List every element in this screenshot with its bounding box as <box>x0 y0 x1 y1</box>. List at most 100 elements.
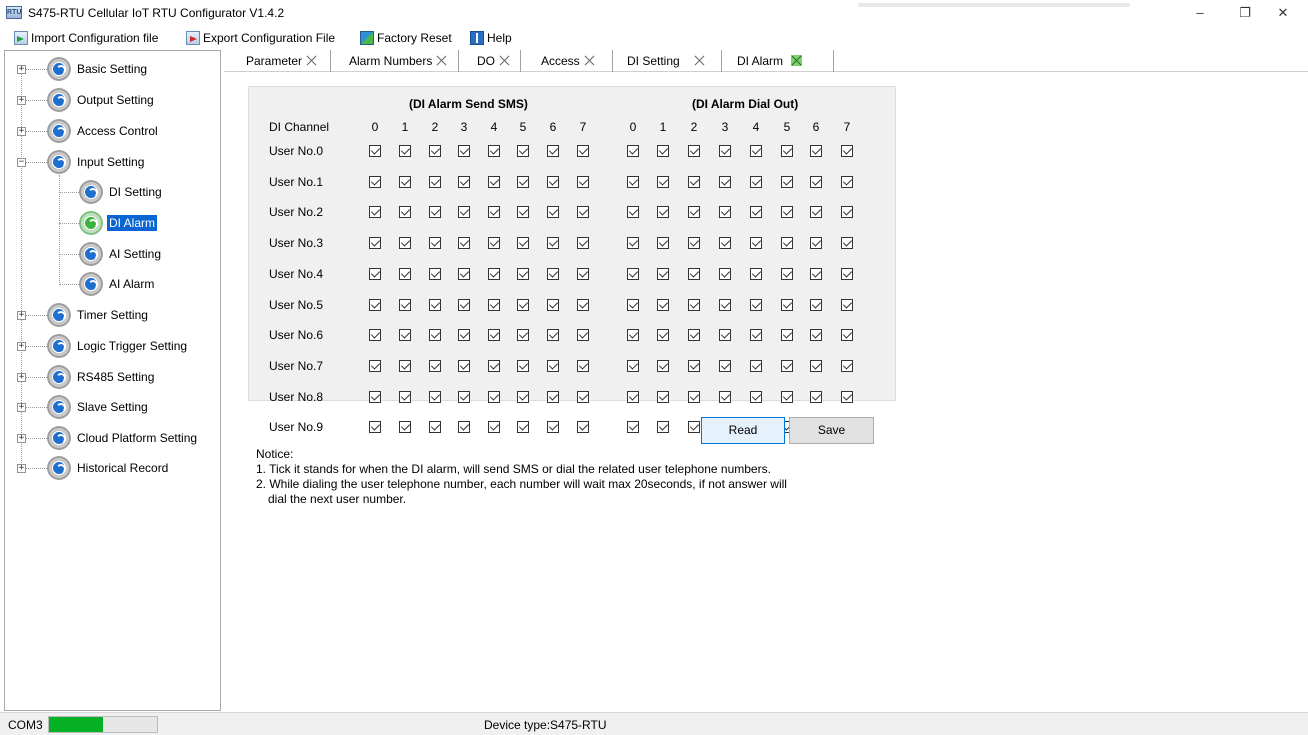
dial-alarm-checkbox[interactable] <box>657 145 669 157</box>
sms-alarm-checkbox[interactable] <box>399 329 411 342</box>
tab-parameter[interactable]: Parameter <box>232 50 331 72</box>
expand-icon[interactable]: + <box>17 373 26 382</box>
tab-di-alarm[interactable]: DI Alarm <box>722 50 834 72</box>
sms-alarm-checkbox[interactable] <box>577 175 589 188</box>
sms-alarm-checkbox[interactable] <box>517 298 529 311</box>
tree-item-di-setting[interactable]: DI Setting <box>5 180 219 204</box>
sms-alarm-checkbox[interactable] <box>547 206 559 219</box>
sms-alarm-checkbox[interactable] <box>369 175 381 188</box>
factory-reset-button[interactable]: Factory Reset <box>360 30 452 47</box>
sms-alarm-checkbox[interactable] <box>399 175 411 188</box>
dial-alarm-checkbox[interactable] <box>719 237 731 250</box>
dial-alarm-checkbox[interactable] <box>841 145 853 157</box>
dial-alarm-checkbox[interactable] <box>719 329 731 342</box>
dial-alarm-checkbox[interactable] <box>750 206 762 219</box>
sms-alarm-checkbox[interactable] <box>577 237 589 250</box>
sms-alarm-checkbox[interactable] <box>547 298 559 311</box>
dial-alarm-checkbox[interactable] <box>627 267 639 280</box>
sms-alarm-checkbox[interactable] <box>547 237 559 250</box>
dial-alarm-checkbox[interactable] <box>810 145 822 157</box>
sms-alarm-checkbox[interactable] <box>399 390 411 403</box>
sms-alarm-checkbox[interactable] <box>369 359 381 372</box>
dial-alarm-checkbox[interactable] <box>750 267 762 280</box>
close-icon[interactable] <box>584 55 595 66</box>
sms-alarm-checkbox[interactable] <box>488 206 500 219</box>
sms-alarm-checkbox[interactable] <box>577 267 589 280</box>
dial-alarm-checkbox[interactable] <box>627 237 639 250</box>
dial-alarm-checkbox[interactable] <box>627 145 639 157</box>
sms-alarm-checkbox[interactable] <box>547 421 559 434</box>
sms-alarm-checkbox[interactable] <box>458 267 470 280</box>
sms-alarm-checkbox[interactable] <box>547 145 559 157</box>
dial-alarm-checkbox[interactable] <box>781 175 793 188</box>
sms-alarm-checkbox[interactable] <box>429 421 441 434</box>
tree-item-slave-setting[interactable]: + Slave Setting <box>5 395 219 419</box>
tree-item-basic-setting[interactable]: + Basic Setting <box>5 57 219 81</box>
sms-alarm-checkbox[interactable] <box>369 421 381 434</box>
sms-alarm-checkbox[interactable] <box>458 298 470 311</box>
sms-alarm-checkbox[interactable] <box>369 329 381 342</box>
sms-alarm-checkbox[interactable] <box>369 298 381 311</box>
minimize-button[interactable]: – <box>1185 4 1215 22</box>
dial-alarm-checkbox[interactable] <box>627 421 639 434</box>
dial-alarm-checkbox[interactable] <box>750 237 762 250</box>
close-icon[interactable] <box>436 55 447 66</box>
dial-alarm-checkbox[interactable] <box>781 359 793 372</box>
sms-alarm-checkbox[interactable] <box>399 206 411 219</box>
dial-alarm-checkbox[interactable] <box>688 267 700 280</box>
dial-alarm-checkbox[interactable] <box>750 329 762 342</box>
sms-alarm-checkbox[interactable] <box>429 359 441 372</box>
sms-alarm-checkbox[interactable] <box>547 390 559 403</box>
sms-alarm-checkbox[interactable] <box>517 359 529 372</box>
sms-alarm-checkbox[interactable] <box>577 421 589 434</box>
tab-di-setting[interactable]: DI Setting <box>613 50 722 72</box>
sms-alarm-checkbox[interactable] <box>488 267 500 280</box>
dial-alarm-checkbox[interactable] <box>627 390 639 403</box>
sms-alarm-checkbox[interactable] <box>488 145 500 157</box>
dial-alarm-checkbox[interactable] <box>719 359 731 372</box>
dial-alarm-checkbox[interactable] <box>841 329 853 342</box>
dial-alarm-checkbox[interactable] <box>688 206 700 219</box>
dial-alarm-checkbox[interactable] <box>810 206 822 219</box>
dial-alarm-checkbox[interactable] <box>810 359 822 372</box>
dial-alarm-checkbox[interactable] <box>781 206 793 219</box>
expand-icon[interactable]: + <box>17 311 26 320</box>
sms-alarm-checkbox[interactable] <box>458 175 470 188</box>
tree-item-timer-setting[interactable]: + Timer Setting <box>5 303 219 327</box>
expand-icon[interactable]: + <box>17 403 26 412</box>
dial-alarm-checkbox[interactable] <box>810 329 822 342</box>
sms-alarm-checkbox[interactable] <box>399 145 411 157</box>
sms-alarm-checkbox[interactable] <box>517 329 529 342</box>
sms-alarm-checkbox[interactable] <box>458 237 470 250</box>
dial-alarm-checkbox[interactable] <box>781 298 793 311</box>
sms-alarm-checkbox[interactable] <box>577 359 589 372</box>
sms-alarm-checkbox[interactable] <box>429 267 441 280</box>
close-icon[interactable] <box>791 55 803 66</box>
sms-alarm-checkbox[interactable] <box>577 145 589 157</box>
sms-alarm-checkbox[interactable] <box>547 329 559 342</box>
sms-alarm-checkbox[interactable] <box>458 145 470 157</box>
sms-alarm-checkbox[interactable] <box>547 359 559 372</box>
sms-alarm-checkbox[interactable] <box>399 267 411 280</box>
dial-alarm-checkbox[interactable] <box>657 359 669 372</box>
sms-alarm-checkbox[interactable] <box>429 175 441 188</box>
dial-alarm-checkbox[interactable] <box>810 175 822 188</box>
sms-alarm-checkbox[interactable] <box>517 390 529 403</box>
sms-alarm-checkbox[interactable] <box>577 206 589 219</box>
dial-alarm-checkbox[interactable] <box>627 298 639 311</box>
sms-alarm-checkbox[interactable] <box>458 390 470 403</box>
sms-alarm-checkbox[interactable] <box>517 421 529 434</box>
expand-icon[interactable]: + <box>17 464 26 473</box>
dial-alarm-checkbox[interactable] <box>841 237 853 250</box>
dial-alarm-checkbox[interactable] <box>841 206 853 219</box>
sms-alarm-checkbox[interactable] <box>488 390 500 403</box>
dial-alarm-checkbox[interactable] <box>688 145 700 157</box>
dial-alarm-checkbox[interactable] <box>688 359 700 372</box>
dial-alarm-checkbox[interactable] <box>719 267 731 280</box>
tree-item-historical-record[interactable]: + Historical Record <box>5 456 219 480</box>
expand-icon[interactable]: + <box>17 434 26 443</box>
expand-icon[interactable]: + <box>17 65 26 74</box>
sms-alarm-checkbox[interactable] <box>458 359 470 372</box>
dial-alarm-checkbox[interactable] <box>719 145 731 157</box>
dial-alarm-checkbox[interactable] <box>810 267 822 280</box>
